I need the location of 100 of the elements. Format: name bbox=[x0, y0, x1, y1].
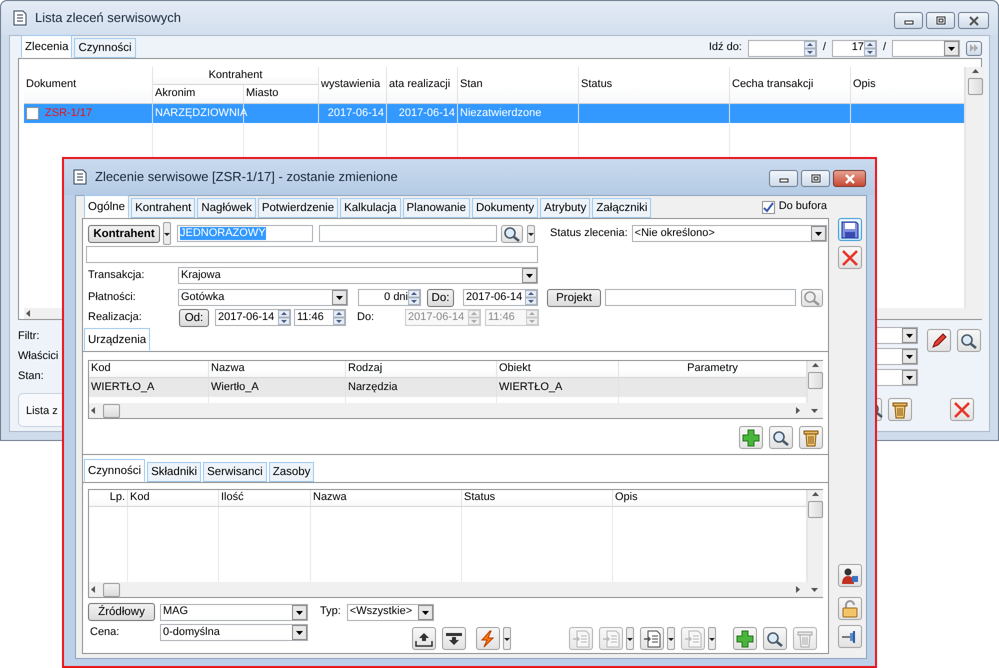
source-button[interactable]: Źródłowy bbox=[88, 603, 155, 621]
edit-filter-button[interactable] bbox=[927, 329, 951, 352]
dropdown-button[interactable] bbox=[667, 627, 675, 650]
column-header[interactable]: Miasto bbox=[244, 85, 319, 104]
scroll-thumb[interactable] bbox=[808, 501, 823, 518]
count-field[interactable]: 17 bbox=[832, 40, 877, 56]
selected-row[interactable] bbox=[89, 378, 807, 397]
dropdown-button[interactable] bbox=[503, 627, 511, 650]
close-list-button[interactable] bbox=[950, 398, 974, 421]
scroll-thumb[interactable] bbox=[103, 582, 120, 596]
column-header[interactable]: wystawienia bbox=[319, 67, 387, 104]
column-header[interactable]: Parametry bbox=[619, 361, 807, 378]
column-header[interactable]: Rodzaj bbox=[346, 361, 497, 378]
column-header[interactable]: Nazwa bbox=[311, 490, 462, 507]
column-header[interactable]: Status bbox=[462, 490, 613, 507]
tab[interactable]: Potwierdzenie bbox=[258, 198, 338, 218]
tab[interactable]: Atrybuty bbox=[540, 198, 590, 218]
vertical-scrollbar[interactable] bbox=[807, 361, 823, 403]
date-field[interactable]: 2017-06-14 bbox=[215, 309, 291, 326]
column-header[interactable]: Dokument bbox=[24, 67, 153, 104]
horizontal-scrollbar[interactable] bbox=[89, 582, 823, 597]
from-button[interactable]: Od: bbox=[179, 308, 209, 326]
save-button[interactable] bbox=[838, 218, 862, 241]
generate-button[interactable] bbox=[476, 627, 500, 650]
goto-combo[interactable] bbox=[892, 40, 960, 56]
status-combo[interactable]: <Nie określono> bbox=[632, 225, 827, 242]
tab[interactable]: Czynności bbox=[84, 459, 146, 482]
search-button[interactable] bbox=[769, 426, 793, 449]
column-header[interactable]: Akronim bbox=[153, 85, 244, 104]
days-field[interactable]: 0 dni bbox=[358, 289, 421, 306]
filter-combo[interactable] bbox=[876, 348, 918, 365]
column-header[interactable]: Stan bbox=[458, 67, 579, 104]
project-search-button[interactable] bbox=[801, 288, 823, 306]
horizontal-scrollbar[interactable] bbox=[89, 403, 823, 418]
export-button[interactable] bbox=[412, 627, 436, 650]
add-button[interactable] bbox=[733, 627, 757, 650]
column-header[interactable]: Kod bbox=[89, 361, 209, 378]
scroll-thumb[interactable] bbox=[808, 372, 823, 389]
pin-button[interactable] bbox=[838, 625, 862, 648]
dropdown-button[interactable] bbox=[527, 224, 535, 242]
close-button[interactable] bbox=[833, 170, 866, 187]
column-header[interactable]: Status bbox=[579, 67, 730, 104]
type-combo[interactable]: <Wszystkie> bbox=[346, 604, 434, 620]
tab[interactable]: Składniki bbox=[147, 462, 202, 482]
tab[interactable]: Planowanie bbox=[402, 198, 470, 218]
tab[interactable]: Nagłówek bbox=[197, 198, 256, 218]
search-button[interactable] bbox=[763, 627, 787, 650]
minimize-button[interactable] bbox=[894, 12, 923, 29]
column-header[interactable]: Cecha transakcji bbox=[730, 67, 851, 104]
kontrahent-button[interactable]: Kontrahent bbox=[88, 224, 160, 242]
column-header[interactable]: Opis bbox=[613, 490, 807, 507]
tab[interactable]: Kontrahent bbox=[131, 198, 196, 218]
checkbox[interactable] bbox=[26, 107, 39, 120]
delete-button[interactable] bbox=[799, 426, 823, 449]
tab[interactable]: Kalkulacja bbox=[340, 198, 401, 218]
maximize-button[interactable] bbox=[926, 12, 955, 29]
search-button[interactable] bbox=[501, 224, 523, 242]
payment-combo[interactable]: Gotówka bbox=[178, 289, 348, 306]
cancel-button[interactable] bbox=[838, 246, 862, 269]
column-header[interactable]: Nazwa bbox=[209, 361, 346, 378]
column-header[interactable]: Lp. bbox=[89, 490, 128, 507]
maximize-button[interactable] bbox=[801, 170, 830, 187]
column-header[interactable]: Ilość bbox=[219, 490, 311, 507]
column-header[interactable]: Opis bbox=[851, 67, 965, 104]
filter-search-button[interactable] bbox=[957, 329, 981, 352]
tab[interactable]: Czynności bbox=[74, 38, 136, 58]
input-field[interactable] bbox=[605, 289, 796, 306]
add-button[interactable] bbox=[739, 426, 763, 449]
tab[interactable]: Ogólne bbox=[84, 195, 130, 218]
scroll-thumb[interactable] bbox=[103, 404, 120, 418]
input-field[interactable] bbox=[86, 246, 538, 263]
dropdown-button[interactable] bbox=[163, 222, 171, 245]
price-combo[interactable]: 0-domyślna bbox=[160, 624, 308, 641]
list-button-label[interactable]: Lista z bbox=[26, 405, 58, 417]
page-field[interactable] bbox=[748, 40, 817, 56]
project-button[interactable]: Projekt bbox=[547, 288, 601, 306]
person-button[interactable] bbox=[838, 564, 862, 587]
delete-button[interactable] bbox=[888, 398, 912, 421]
tab[interactable]: Zlecenia bbox=[21, 35, 72, 58]
import-button[interactable] bbox=[442, 627, 466, 650]
tab[interactable]: Zasoby bbox=[268, 462, 314, 482]
minimize-button[interactable] bbox=[769, 170, 798, 187]
scroll-thumb[interactable] bbox=[968, 78, 982, 95]
filter-combo[interactable] bbox=[876, 327, 918, 344]
date-field[interactable]: 2017-06-14 bbox=[463, 289, 538, 306]
vertical-scrollbar[interactable] bbox=[807, 490, 823, 582]
due-date-button[interactable]: Do: bbox=[427, 288, 454, 306]
tab[interactable]: Serwisanci bbox=[203, 462, 267, 482]
checkbox[interactable] bbox=[762, 200, 775, 214]
tab[interactable]: Urządzenia bbox=[84, 328, 150, 351]
input-field[interactable] bbox=[319, 225, 497, 242]
time-field[interactable]: 11:46 bbox=[294, 309, 346, 326]
document-button[interactable] bbox=[640, 627, 664, 650]
column-header[interactable]: Kod bbox=[128, 490, 219, 507]
column-header[interactable]: Obiekt bbox=[497, 361, 619, 378]
skip-button[interactable] bbox=[966, 40, 982, 56]
lock-button[interactable] bbox=[838, 597, 862, 620]
column-header[interactable]: ata realizacji bbox=[387, 67, 458, 104]
close-button[interactable] bbox=[958, 12, 989, 29]
tab[interactable]: Załączniki bbox=[592, 198, 652, 218]
